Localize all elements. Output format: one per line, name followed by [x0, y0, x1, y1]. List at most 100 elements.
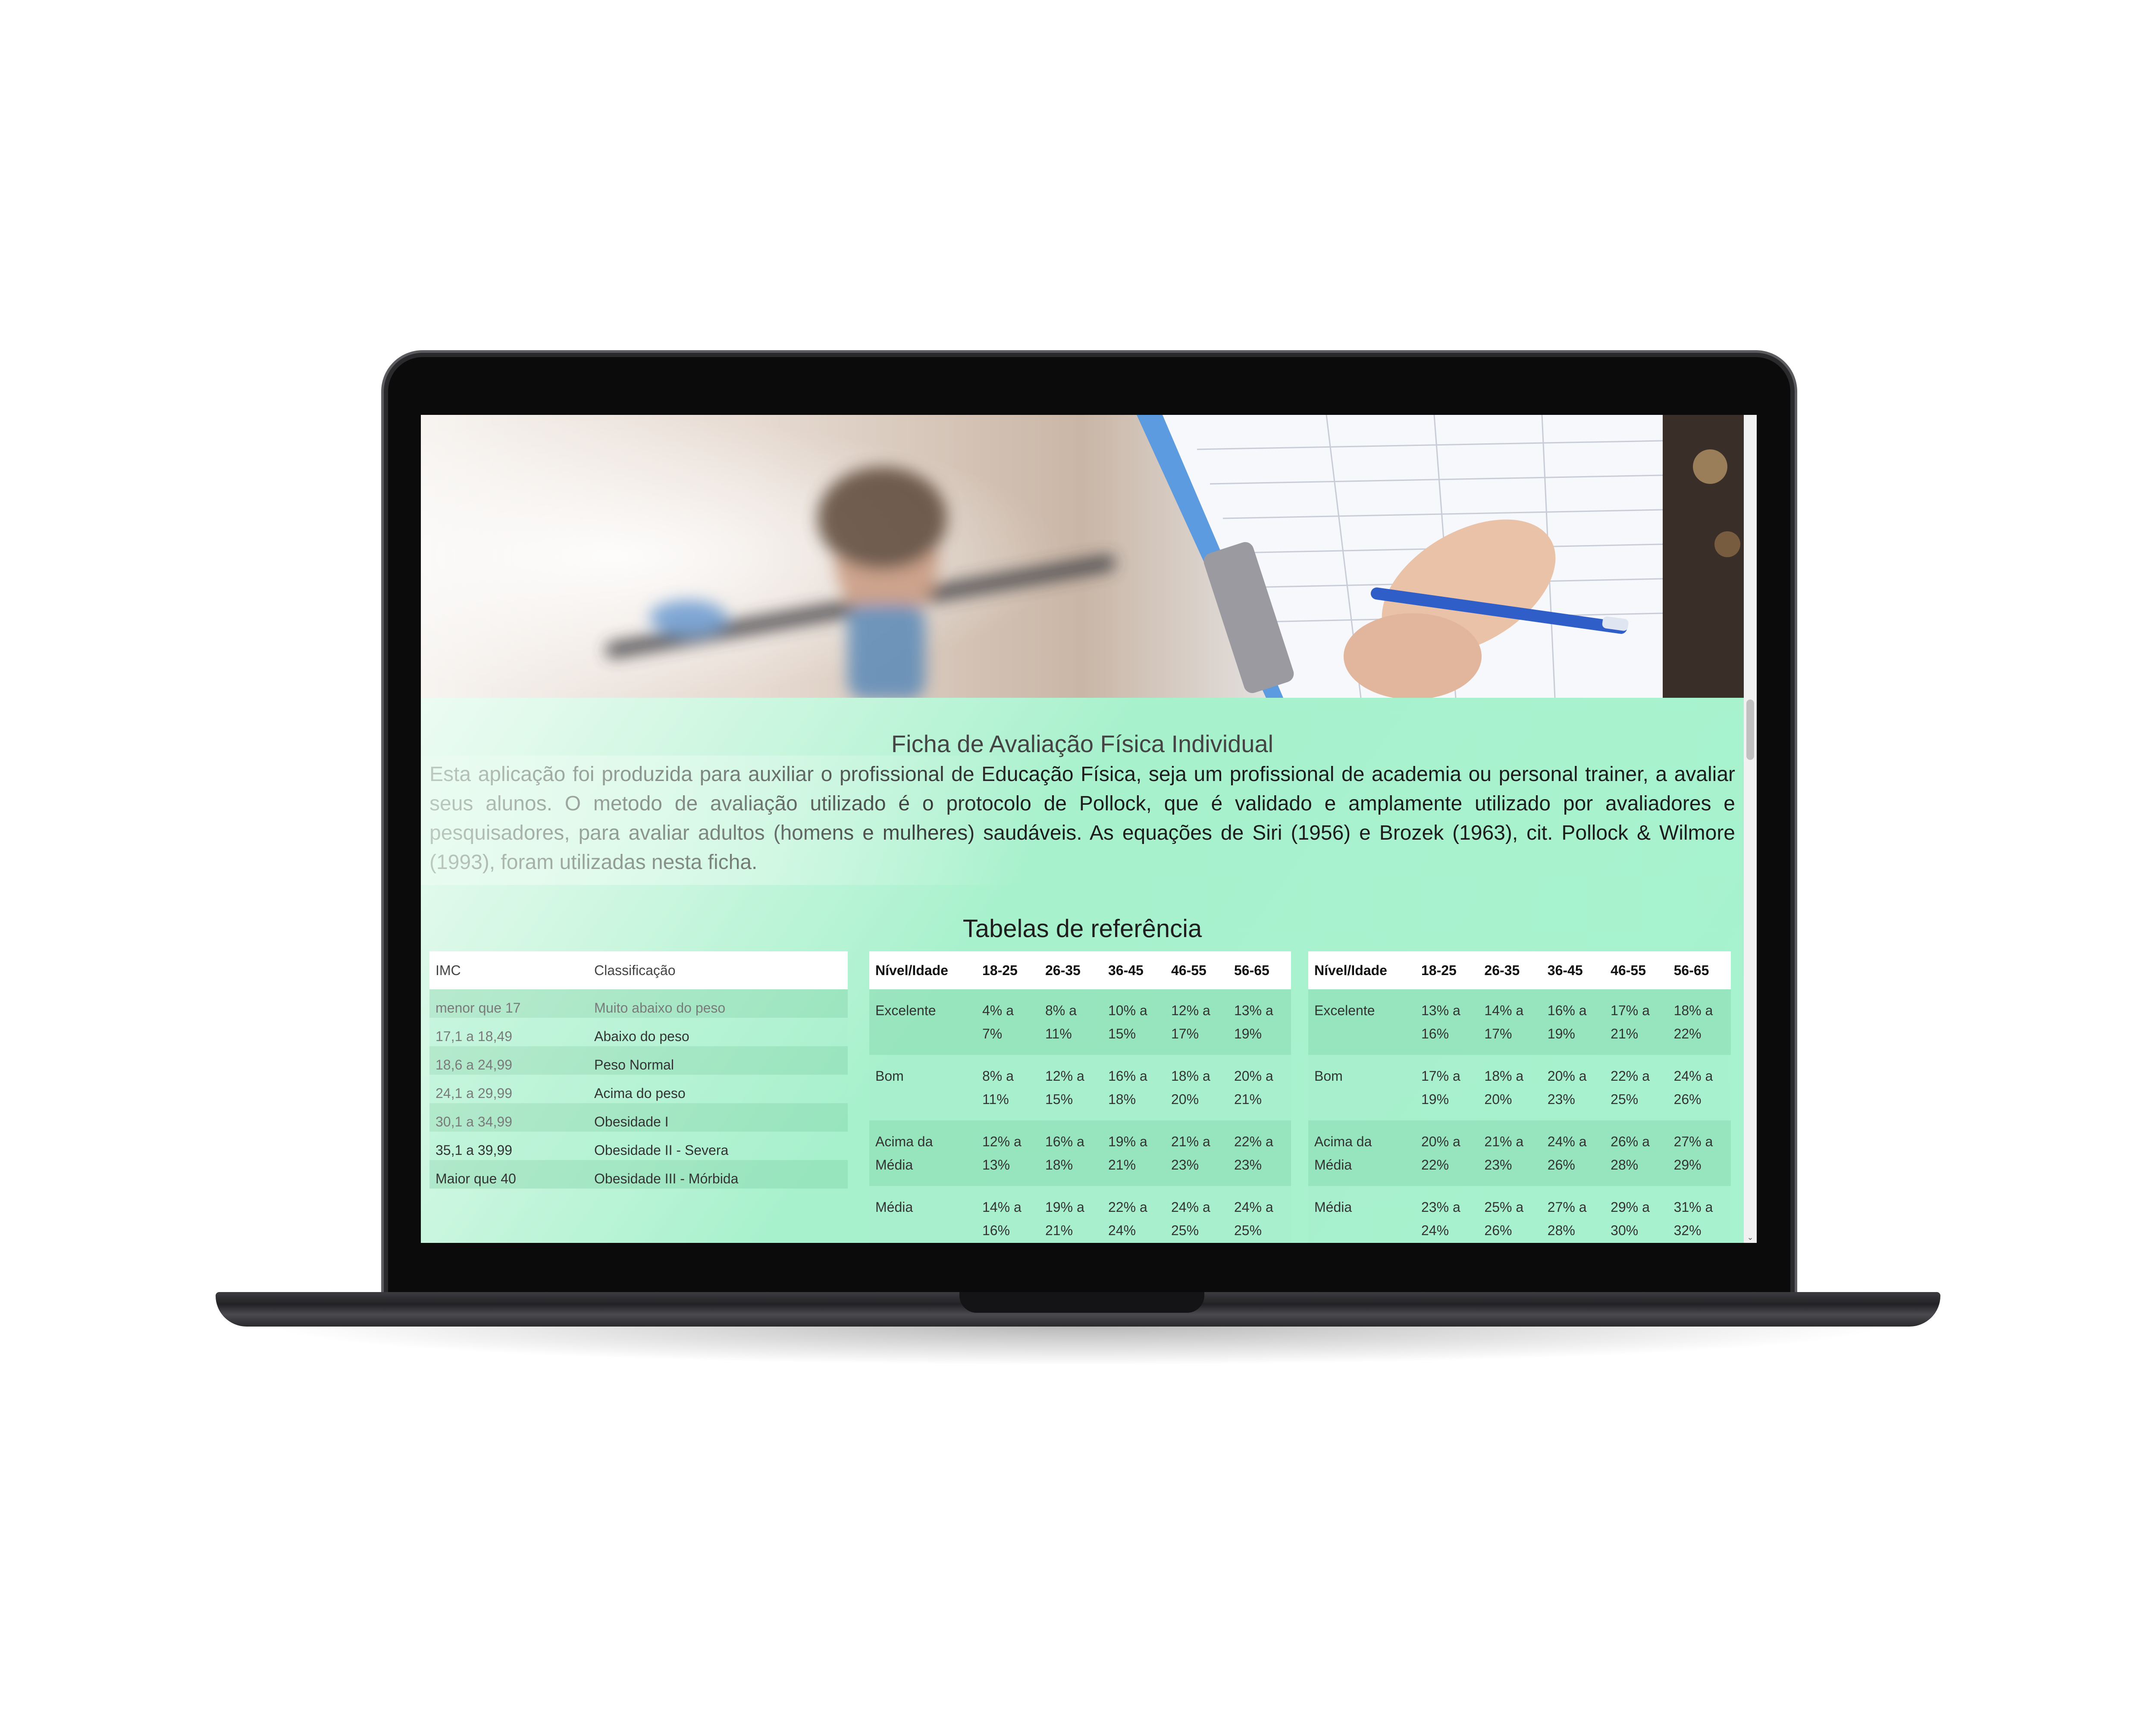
column-header: 36-45 — [1541, 951, 1605, 989]
page-title: Ficha de Avaliação Física Individual — [891, 730, 1274, 757]
table-cell: 35,1 a 39,99 — [429, 1132, 588, 1160]
table-row: 18,6 a 24,99 Peso Normal — [429, 1046, 848, 1075]
table-cell: 18% a 20% — [1478, 1055, 1542, 1120]
browser-viewport: Ficha de Avaliação Física Individual Est… — [421, 415, 1757, 1243]
column-header: 46-55 — [1604, 951, 1668, 989]
table-row: 24,1 a 29,99 Acima do peso — [429, 1075, 848, 1103]
table-cell: 12% a 15% — [1039, 1055, 1102, 1120]
table-cell: 13% a 16% — [1415, 989, 1479, 1055]
table-row: Maior que 40 Obesidade III - Mórbida — [429, 1160, 848, 1189]
reference-tables-title: Tabelas de referência — [962, 915, 1202, 943]
table-cell: 24% a 26% — [1541, 1120, 1605, 1186]
table-cell: Média — [1308, 1186, 1415, 1243]
table-cell: 22% a 25% — [1604, 1055, 1668, 1120]
table-cell: 22% a 24% — [1102, 1186, 1165, 1243]
table-row: 35,1 a 39,99 Obesidade II - Severa — [429, 1132, 848, 1160]
table-row: Excelente 13% a 16% 14% a 17% 16% a 19% … — [1308, 989, 1731, 1055]
imc-table: IMC Classificação menor que 17 Muito abai… — [429, 951, 848, 1189]
table-cell: 29% a 30% — [1604, 1186, 1668, 1243]
table-cell: 26% a 28% — [1604, 1120, 1668, 1186]
table-cell: 19% a 21% — [1102, 1120, 1165, 1186]
column-header: 26-35 — [1039, 951, 1102, 989]
table-row: Acima da Média 12% a 13% 16% a 18% 19% a… — [869, 1120, 1291, 1186]
table-cell: 30,1 a 34,99 — [429, 1103, 588, 1132]
column-header: 56-65 — [1228, 951, 1291, 989]
table-cell: 20% a 23% — [1541, 1055, 1605, 1120]
table-cell: menor que 17 — [429, 989, 588, 1018]
table-cell: 16% a 18% — [1039, 1120, 1102, 1186]
column-header: 46-55 — [1165, 951, 1228, 989]
table-row: 30,1 a 34,99 Obesidade I — [429, 1103, 848, 1132]
table-cell: Bom — [869, 1055, 976, 1120]
table-cell: 20% a 21% — [1228, 1055, 1291, 1120]
laptop-notch — [959, 1292, 1204, 1313]
table-cell: 18,6 a 24,99 — [429, 1046, 588, 1075]
table-cell: 4% a 7% — [976, 989, 1039, 1055]
table-cell: 8% a 11% — [1039, 989, 1102, 1055]
table-cell: 17% a 21% — [1604, 989, 1668, 1055]
table-cell: 27% a 29% — [1667, 1120, 1731, 1186]
table-row: Excelente 4% a 7% 8% a 11% 10% a 15% 12%… — [869, 989, 1291, 1055]
table-cell: 18% a 20% — [1165, 1055, 1228, 1120]
column-header: 18-25 — [976, 951, 1039, 989]
table-cell: Acima do peso — [588, 1075, 848, 1103]
table-cell: Maior que 40 — [429, 1160, 588, 1189]
column-header: Nível/Idade — [869, 951, 976, 989]
scrollbar-thumb[interactable] — [1746, 700, 1754, 760]
table-cell: Acima da Média — [869, 1120, 976, 1186]
table-cell: 13% a 19% — [1228, 989, 1291, 1055]
table-row: Média 23% a 24% 25% a 26% 27% a 28% 29% … — [1308, 1186, 1731, 1243]
column-header: 26-35 — [1478, 951, 1542, 989]
table-cell: 12% a 13% — [976, 1120, 1039, 1186]
body-fat-table-b: Nível/Idade 18-25 26-35 36-45 46-55 56-6… — [1308, 951, 1731, 1243]
table-row: Bom 17% a 19% 18% a 20% 20% a 23% 22% a … — [1308, 1055, 1731, 1120]
table-cell: 22% a 23% — [1228, 1120, 1291, 1186]
table-cell: Bom — [1308, 1055, 1415, 1120]
table-cell: Acima da Média — [1308, 1120, 1415, 1186]
table-cell: Peso Normal — [588, 1046, 848, 1075]
table-cell: 24% a 25% — [1165, 1186, 1228, 1243]
column-header: Classificação — [588, 951, 848, 989]
scroll-down-arrow-icon[interactable]: ⌄ — [1746, 1233, 1754, 1241]
column-header: 36-45 — [1102, 951, 1165, 989]
vertical-scrollbar[interactable]: ⌄ — [1744, 415, 1757, 1243]
table-cell: 8% a 11% — [976, 1055, 1039, 1120]
table-row: Acima da Média 20% a 22% 21% a 23% 24% a… — [1308, 1120, 1731, 1186]
table-cell: 23% a 24% — [1415, 1186, 1479, 1243]
table-cell: 16% a 19% — [1541, 989, 1605, 1055]
table-row: menor que 17 Muito abaixo do peso — [429, 989, 848, 1018]
table-header-row: Nível/Idade 18-25 26-35 36-45 46-55 56-6… — [1308, 951, 1731, 989]
table-cell: Obesidade III - Mórbida — [588, 1160, 848, 1189]
table-cell: Muito abaixo do peso — [588, 989, 848, 1018]
table-cell: 12% a 17% — [1165, 989, 1228, 1055]
table-cell: Obesidade I — [588, 1103, 848, 1132]
table-cell: 17,1 a 18,49 — [429, 1018, 588, 1046]
table-cell: 21% a 23% — [1478, 1120, 1542, 1186]
table-cell: 10% a 15% — [1102, 989, 1165, 1055]
table-cell: 16% a 18% — [1102, 1055, 1165, 1120]
table-header-row: Nível/Idade 18-25 26-35 36-45 46-55 56-6… — [869, 951, 1291, 989]
table-cell: 25% a 26% — [1478, 1186, 1542, 1243]
table-cell: Obesidade II - Severa — [588, 1132, 848, 1160]
table-cell: 21% a 23% — [1165, 1120, 1228, 1186]
table-cell: 24% a 26% — [1667, 1055, 1731, 1120]
table-cell: 18% a 22% — [1667, 989, 1731, 1055]
table-cell: Excelente — [869, 989, 976, 1055]
table-cell: 24,1 a 29,99 — [429, 1075, 588, 1103]
table-row: 17,1 a 18,49 Abaixo do peso — [429, 1018, 848, 1046]
table-cell: Média — [869, 1186, 976, 1243]
column-header: Nível/Idade — [1308, 951, 1415, 989]
intro-paragraph: Esta aplicação foi produzida para auxili… — [429, 763, 1735, 874]
body-fat-table-a: Nível/Idade 18-25 26-35 36-45 46-55 56-6… — [869, 951, 1291, 1243]
laptop-shadow — [267, 1327, 1889, 1365]
table-cell: 27% a 28% — [1541, 1186, 1605, 1243]
column-header: IMC — [429, 951, 588, 989]
column-header: 18-25 — [1415, 951, 1479, 989]
table-header-row: IMC Classificação — [429, 951, 848, 989]
table-row: Média 14% a 16% 19% a 21% 22% a 24% 24% … — [869, 1186, 1291, 1243]
table-cell: 14% a 16% — [976, 1186, 1039, 1243]
table-cell: 24% a 25% — [1228, 1186, 1291, 1243]
table-cell: 17% a 19% — [1415, 1055, 1479, 1120]
table-cell: Excelente — [1308, 989, 1415, 1055]
table-cell: 20% a 22% — [1415, 1120, 1479, 1186]
